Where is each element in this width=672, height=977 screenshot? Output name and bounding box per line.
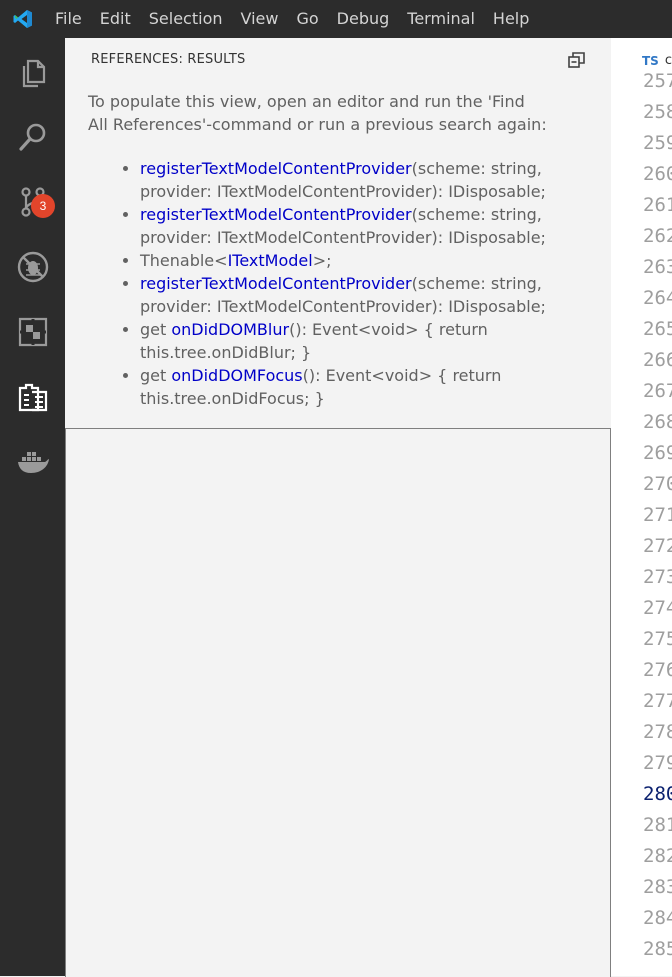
line-number: 274	[643, 597, 672, 619]
line-number: 261	[643, 194, 672, 216]
result-symbol-link[interactable]: ITextModel	[228, 251, 313, 270]
line-number: 262	[643, 225, 672, 247]
line-number: 278	[643, 721, 672, 743]
list-item: registerTextModelContentProvider(scheme:…	[140, 157, 580, 203]
line-number: 283	[643, 876, 672, 898]
references-icon	[18, 383, 47, 412]
line-number: 275	[643, 628, 672, 650]
line-number: 273	[643, 566, 672, 588]
line-number: 268	[643, 411, 672, 433]
menu-edit[interactable]: Edit	[91, 0, 140, 38]
activity-references[interactable]	[0, 365, 65, 429]
activity-source-control[interactable]: 3	[0, 170, 65, 234]
line-number: 282	[643, 845, 672, 867]
menu-selection[interactable]: Selection	[140, 0, 232, 38]
menu-bar: File Edit Selection View Go Debug Termin…	[46, 0, 538, 38]
menu-debug[interactable]: Debug	[328, 0, 399, 38]
files-icon	[22, 59, 45, 88]
list-item: registerTextModelContentProvider(scheme:…	[140, 203, 580, 249]
line-number: 266	[643, 349, 672, 371]
line-number: 263	[643, 256, 672, 278]
activity-docker[interactable]	[0, 430, 65, 494]
line-number: 257	[643, 70, 672, 92]
line-number: 284	[643, 907, 672, 929]
line-number: 260	[643, 163, 672, 185]
line-number: 279	[643, 752, 672, 774]
menu-terminal[interactable]: Terminal	[398, 0, 484, 38]
editor-area: TS c 257 258 259 260 261 262 263 264 265 266 267 26…	[611, 38, 672, 976]
activity-bar: 3	[0, 38, 65, 976]
source-control-badge: 3	[31, 194, 55, 218]
result-symbol-link[interactable]: registerTextModelContentProvider	[140, 159, 412, 178]
list-item: Thenable<ITextModel>;	[140, 249, 580, 272]
line-number: 281	[643, 814, 672, 836]
line-number: 267	[643, 380, 672, 402]
line-number: 272	[643, 535, 672, 557]
vscode-logo-icon	[0, 0, 46, 38]
line-number: 280	[643, 783, 672, 805]
menu-go[interactable]: Go	[287, 0, 327, 38]
panel-header: REFERENCES: RESULTS	[65, 38, 611, 82]
menu-help[interactable]: Help	[484, 0, 538, 38]
line-number: 276	[643, 659, 672, 681]
list-item: registerTextModelContentProvider(scheme:…	[140, 272, 580, 318]
list-item: get onDidDOMFocus(): Event<void> { retur…	[140, 364, 580, 410]
activity-debug[interactable]	[0, 235, 65, 299]
line-number: 285	[643, 938, 672, 960]
panel-title: REFERENCES: RESULTS	[91, 52, 246, 67]
line-number: 259	[643, 132, 672, 154]
line-number: 264	[643, 287, 672, 309]
menu-file[interactable]: File	[46, 0, 91, 38]
previous-results-list: registerTextModelContentProvider(scheme:…	[115, 157, 580, 410]
list-item: get onDidDOMBlur(): Event<void> { return…	[140, 318, 580, 364]
line-number: 270	[643, 473, 672, 495]
empty-tree-pane[interactable]	[65, 428, 611, 977]
empty-view-message: To populate this view, open an editor an…	[88, 92, 547, 134]
docker-icon	[17, 452, 49, 473]
menu-view[interactable]: View	[232, 0, 288, 38]
extensions-icon	[18, 317, 47, 347]
result-symbol-link[interactable]: registerTextModelContentProvider	[140, 205, 412, 224]
title-bar: File Edit Selection View Go Debug Termin…	[0, 0, 672, 38]
line-number: 258	[643, 101, 672, 123]
result-symbol-link[interactable]: onDidDOMFocus	[171, 366, 302, 385]
result-symbol-link[interactable]: onDidDOMBlur	[171, 320, 289, 339]
debug-icon	[17, 251, 48, 283]
collapse-all-icon[interactable]	[567, 50, 587, 70]
line-number: 277	[643, 690, 672, 712]
line-number: 265	[643, 318, 672, 340]
references-panel: REFERENCES: RESULTS To populate this vie…	[65, 38, 611, 977]
activity-extensions[interactable]	[0, 300, 65, 364]
activity-explorer[interactable]	[0, 41, 65, 105]
line-number: 269	[643, 442, 672, 464]
line-number: 271	[643, 504, 672, 526]
tab-label: c	[664, 53, 672, 68]
result-symbol-link[interactable]: registerTextModelContentProvider	[140, 274, 412, 293]
activity-search[interactable]	[0, 105, 65, 169]
typescript-file-icon: TS	[642, 53, 659, 68]
search-icon	[18, 123, 45, 151]
